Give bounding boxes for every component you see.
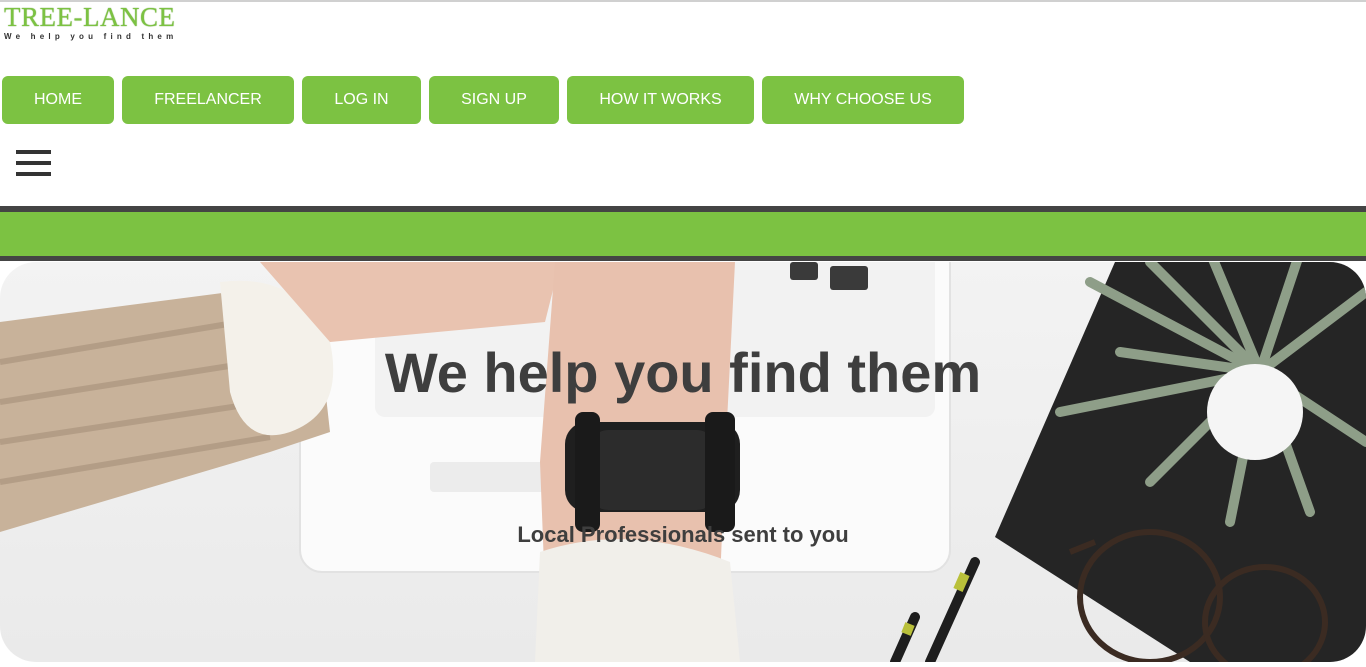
hamburger-line xyxy=(16,172,51,176)
logo-tagline: We help you find them xyxy=(4,32,178,41)
nav-freelancer-button[interactable]: FREELANCER xyxy=(122,76,294,124)
divider-dark-bottom xyxy=(0,256,1366,261)
top-border xyxy=(0,0,1366,2)
nav-how-it-works-button[interactable]: HOW IT WORKS xyxy=(567,76,754,124)
green-banner-bar xyxy=(0,212,1366,256)
site-logo[interactable]: TREE-LANCE We help you find them xyxy=(4,2,178,42)
hamburger-line xyxy=(16,161,51,165)
hero-banner: We help you find them Local Professional… xyxy=(0,262,1366,662)
hero-subtitle: Local Professionals sent to you xyxy=(517,522,849,547)
hamburger-menu-icon[interactable] xyxy=(16,150,51,178)
logo-title: TREE-LANCE xyxy=(4,2,176,32)
hero-background-illustration xyxy=(0,262,1366,662)
hero-title: We help you find them xyxy=(384,341,982,404)
nav-login-button[interactable]: LOG IN xyxy=(302,76,421,124)
nav-home-button[interactable]: HOME xyxy=(2,76,114,124)
page-bottom-strip xyxy=(0,662,1366,667)
hamburger-line xyxy=(16,150,51,154)
nav-signup-button[interactable]: SIGN UP xyxy=(429,76,559,124)
nav-why-choose-us-button[interactable]: WHY CHOOSE US xyxy=(762,76,964,124)
